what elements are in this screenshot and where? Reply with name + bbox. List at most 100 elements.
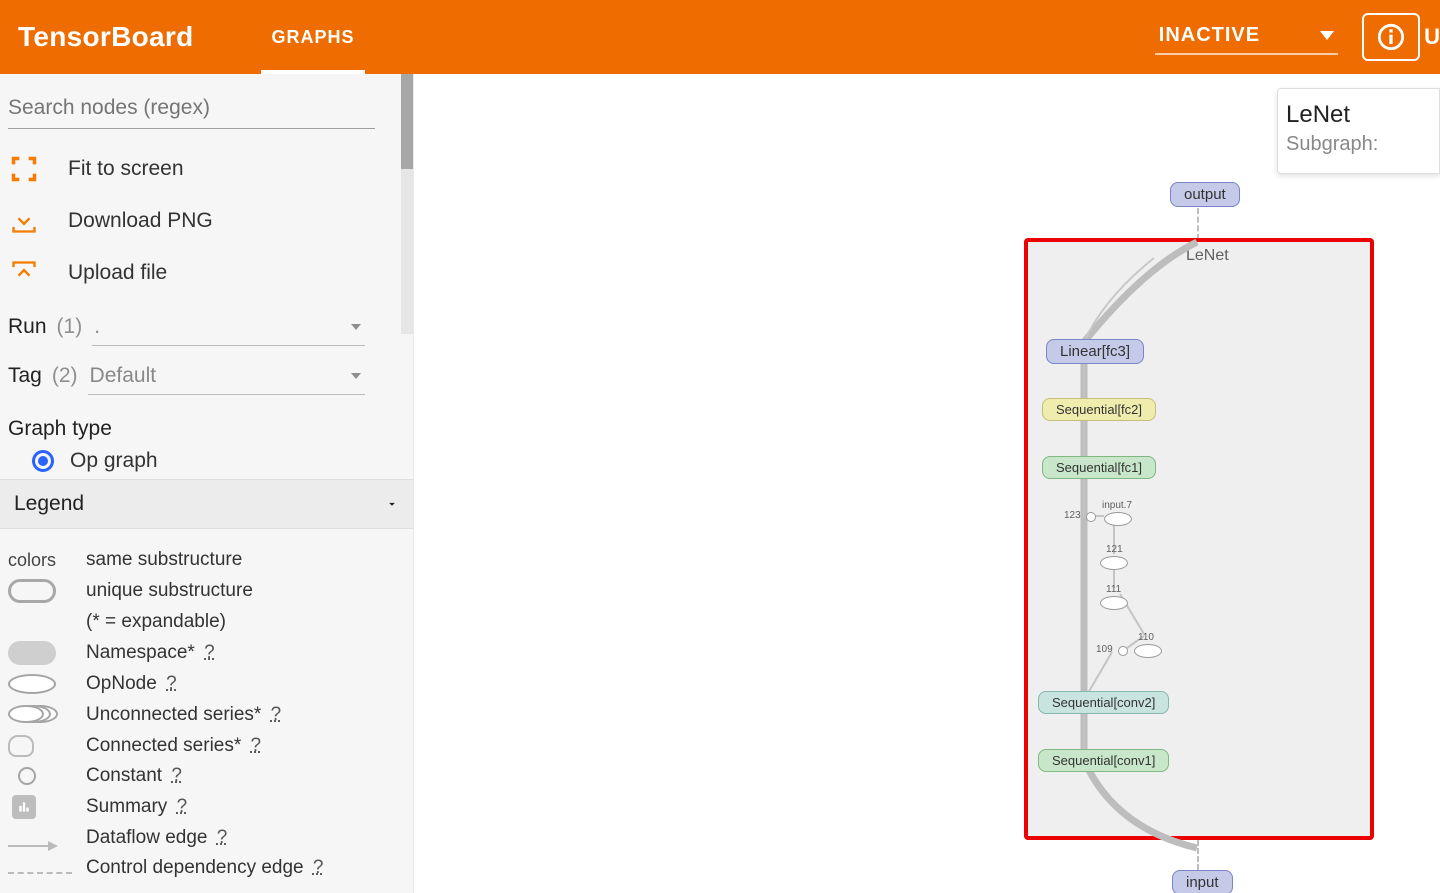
edge-output-to-lenet [1197, 208, 1199, 240]
label-input7: input.7 [1102, 500, 1132, 511]
tab-bar: GRAPHS [251, 0, 374, 74]
run-selector[interactable]: . [92, 313, 365, 346]
label-121: 121 [1106, 544, 1123, 555]
legend-controldep-label: Control dependency edge [86, 857, 304, 878]
legend-help-icon[interactable]: ? [204, 642, 215, 663]
truncated-button-text: U [1424, 24, 1440, 50]
legend-opnode-label: OpNode [86, 673, 157, 694]
app-header: TensorBoard GRAPHS INACTIVE U [0, 0, 1440, 74]
legend-body: colors same substructure unique substruc… [0, 529, 413, 889]
legend-dataflow-label: Dataflow edge [86, 827, 207, 848]
legend-colors-label: colors [8, 550, 86, 571]
header-right: INACTIVE U [1155, 13, 1440, 61]
opnode-input7[interactable] [1104, 512, 1132, 526]
node-sequential-fc1[interactable]: Sequential[fc1] [1042, 456, 1156, 479]
legend-unconnected-swatch [8, 703, 64, 727]
legend-opnode-swatch [8, 674, 56, 694]
legend-unconnected-label: Unconnected series* [86, 704, 261, 725]
node-info-card: LeNet Subgraph: [1277, 88, 1440, 174]
legend-unique-swatch [8, 579, 56, 603]
legend-same-sub-label: same substructure [86, 549, 405, 571]
tag-label: Tag [8, 364, 42, 388]
node-linear-fc3[interactable]: Linear[fc3] [1046, 339, 1144, 364]
legend-help-icon[interactable]: ? [171, 765, 182, 786]
legend-summary-label: Summary [86, 796, 167, 817]
search-nodes-field[interactable] [8, 90, 375, 129]
upload-label: Upload file [68, 261, 167, 285]
label-110: 110 [1138, 632, 1154, 643]
tab-label: GRAPHS [271, 27, 354, 48]
legend-help-icon[interactable]: ? [177, 796, 188, 817]
opnode-121[interactable] [1100, 556, 1128, 570]
node-sequential-conv2[interactable]: Sequential[conv2] [1038, 691, 1169, 714]
graph-type-op-label: Op graph [70, 449, 158, 473]
legend-unique-sub-label: unique substructure [86, 580, 405, 602]
node-sequential-conv1[interactable]: Sequential[conv1] [1038, 749, 1169, 772]
legend-expandable-note: (* = expandable) [86, 611, 405, 633]
legend-connected-label: Connected series* [86, 735, 241, 756]
chevron-down-icon [1320, 31, 1334, 40]
opnode-110[interactable] [1134, 644, 1162, 658]
legend-help-icon[interactable]: ? [313, 857, 324, 878]
legend-help-icon[interactable]: ? [271, 704, 282, 725]
tag-selector-row: Tag (2) Default [4, 354, 409, 403]
graph-type-op-radio[interactable]: Op graph [4, 445, 409, 473]
legend-constant-label: Constant [86, 765, 162, 786]
main-area: Fit to screen Download PNG Upload file [0, 74, 1440, 893]
opnode-123[interactable] [1086, 512, 1096, 522]
fit-screen-icon [8, 153, 40, 185]
download-icon [8, 205, 40, 237]
caret-down-icon [351, 373, 361, 379]
label-109: 109 [1096, 644, 1113, 655]
legend-namespace-swatch [8, 641, 56, 665]
sidebar-scrollbar-thumb[interactable] [401, 74, 413, 169]
run-label: Run [8, 315, 47, 339]
legend-connected-swatch [8, 735, 34, 757]
tag-selector[interactable]: Default [88, 362, 365, 395]
legend-help-icon[interactable]: ? [217, 827, 228, 848]
node-input[interactable]: input [1172, 870, 1233, 893]
legend-help-icon[interactable]: ? [166, 673, 177, 694]
legend-summary-swatch [12, 795, 36, 819]
graph-edges-svg [1024, 238, 1374, 893]
fit-to-screen-button[interactable]: Fit to screen [4, 143, 409, 195]
caret-down-icon [351, 324, 361, 330]
info-card-title: LeNet [1286, 101, 1431, 129]
download-label: Download PNG [68, 209, 213, 233]
legend-dataflow-swatch [8, 845, 56, 847]
info-card-subtitle: Subgraph: [1286, 133, 1431, 156]
legend-title: Legend [14, 492, 84, 516]
legend-help-icon[interactable]: ? [251, 735, 262, 756]
search-nodes-input[interactable] [8, 96, 375, 120]
legend-namespace-label: Namespace* [86, 642, 195, 663]
tag-value: Default [90, 364, 157, 388]
inactive-dashboards-select[interactable]: INACTIVE [1155, 20, 1338, 55]
info-upload-button-partial[interactable] [1362, 13, 1420, 61]
sidebar: Fit to screen Download PNG Upload file [0, 74, 414, 893]
inactive-label: INACTIVE [1159, 24, 1260, 47]
sidebar-selectors: Run (1) . Tag (2) Default [4, 305, 409, 403]
opnode-111[interactable] [1100, 596, 1128, 610]
tab-graphs[interactable]: GRAPHS [251, 0, 374, 74]
graph-canvas[interactable]: output LeNet Linear [414, 74, 1440, 893]
tag-count: (2) [52, 364, 78, 388]
radio-checked-icon [32, 450, 54, 472]
sidebar-scrollbar[interactable] [401, 74, 413, 334]
legend-toggle[interactable]: Legend [0, 479, 413, 529]
info-icon [1377, 23, 1405, 51]
legend-controldep-swatch [8, 872, 72, 874]
app-brand: TensorBoard [0, 21, 211, 53]
download-png-button[interactable]: Download PNG [4, 195, 409, 247]
run-value: . [94, 315, 100, 339]
run-count: (1) [57, 315, 83, 339]
node-sequential-fc2[interactable]: Sequential[fc2] [1042, 398, 1156, 421]
opnode-109[interactable] [1118, 646, 1128, 656]
node-output[interactable]: output [1170, 182, 1240, 207]
upload-file-button[interactable]: Upload file [4, 247, 409, 299]
sidebar-action-list: Fit to screen Download PNG Upload file [4, 143, 409, 299]
legend-constant-swatch [18, 767, 36, 785]
run-selector-row: Run (1) . [4, 305, 409, 354]
sidebar-controls: Fit to screen Download PNG Upload file [0, 74, 413, 479]
chevron-down-icon [385, 497, 399, 511]
label-111: 111 [1106, 584, 1121, 595]
